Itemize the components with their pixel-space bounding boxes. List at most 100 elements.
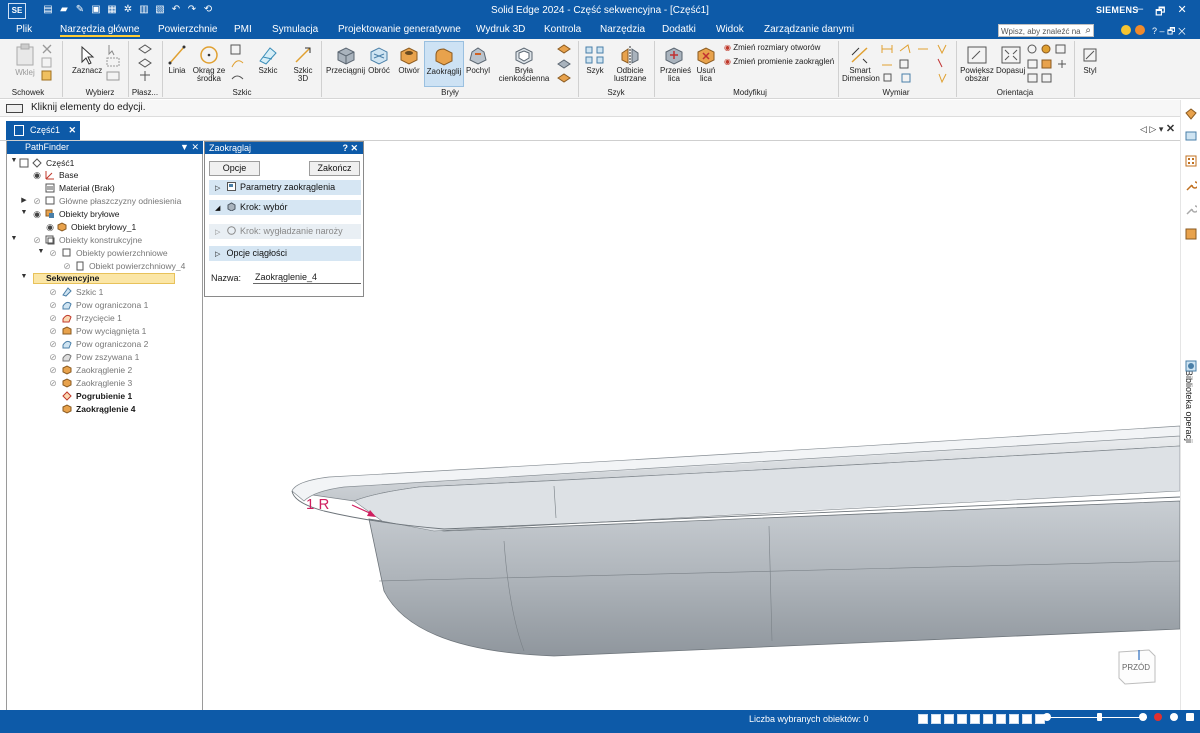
close-tab-icon[interactable]: ✕ [68,121,76,140]
pan-icon[interactable] [931,714,941,724]
select-button[interactable]: Zaznacz [72,45,102,75]
appearance-icon[interactable] [1185,360,1197,372]
expand-toggle[interactable]: ▼ [37,248,45,255]
hidden-eye-icon[interactable]: ⊘ [32,235,42,245]
feature-item[interactable]: Szkic 1 [76,286,103,298]
line-button[interactable]: Linia [168,45,186,75]
delete-faces-button[interactable]: Usuń lica [694,45,718,83]
view-cube[interactable]: PRZÓD [1115,646,1157,686]
circle-by-center-button[interactable]: Okrąg ze środka [192,45,226,83]
thin-wall-button[interactable]: Bryła cienkościenna [496,45,552,83]
name-field[interactable]: Zaokrąglenie_4 [253,270,361,284]
selection-tools-icons[interactable] [104,43,126,85]
arc-rectangle-icons[interactable] [229,43,251,85]
tree-item-base[interactable]: Base [59,169,78,181]
zoom-area-button[interactable]: Powiększ obszar [960,45,994,83]
sketch-button[interactable]: Szkic [258,45,278,75]
expand-toggle[interactable]: ▼ [10,235,18,242]
smart-dimension-button[interactable]: Smart Dimension [842,45,880,83]
feature-item[interactable]: Pow zszywana 1 [76,351,139,363]
help-window-controls[interactable]: ? – 🗗 ✕ [1152,24,1186,40]
keyboard-icon[interactable] [6,104,23,113]
hidden-eye-icon[interactable]: ⊘ [48,378,58,388]
expand-toggle[interactable]: ▼ [20,209,28,216]
hole-button[interactable]: Otwór [398,45,420,75]
cut-copy-icons[interactable] [40,43,54,83]
feature-item[interactable]: Przycięcie 1 [76,312,122,324]
expand-toggle[interactable]: ▶ [20,196,28,204]
shapes-icon[interactable] [1185,108,1197,120]
tools-icon[interactable] [1185,204,1197,216]
resize-holes-button[interactable]: ◉ Zmień rozmiary otworów [724,44,820,52]
move-faces-button[interactable]: Przenieś lica [660,45,691,83]
expand-toggle[interactable]: ▼ [20,273,28,280]
revolve-button[interactable]: Obróć [368,45,390,75]
wrench-icon[interactable] [1185,180,1197,192]
sequential-header[interactable]: Sekwencyjne [33,273,175,284]
options-button[interactable]: Opcje [209,161,260,176]
tree-item-root[interactable]: Część1 [46,157,74,169]
close-button[interactable]: ✕ [1177,3,1186,22]
view-style-icon[interactable] [1022,714,1032,724]
tab-widok[interactable]: Widok [716,24,744,35]
smile-icon[interactable] [1121,25,1131,35]
panel-controls[interactable]: ▼ ✕ [180,141,199,154]
tree-item-planes[interactable]: Główne płaszczyzny odniesienia [59,195,181,207]
tab-projektowanie-generatywne[interactable]: Projektowanie generatywne [338,24,461,35]
search-icon[interactable]: ⌕ [1085,24,1091,37]
mirror-button[interactable]: Odbicie lustrzane [614,45,646,83]
tab-kontrola[interactable]: Kontrola [544,24,581,35]
display-icon[interactable] [1009,714,1019,724]
layout-icon[interactable] [1186,713,1194,721]
paste-button[interactable]: Wklej [14,43,36,77]
dimension-label[interactable]: 1 R [306,496,330,513]
help-icon[interactable] [1170,713,1178,721]
tab-dodatki[interactable]: Dodatki [662,24,696,35]
tab-plik[interactable]: Plik [16,24,32,35]
extrude-button[interactable]: Przeciągnij [326,45,365,75]
tab-navigation[interactable]: ◁ ▷ ▾ ✕ [1140,122,1175,135]
section-icon[interactable] [996,714,1006,724]
tree-item-surface-body-4[interactable]: Obiekt powierzchniowy_4 [89,260,185,272]
tree-item-construction[interactable]: Obiekty konstrukcyjne [59,234,142,246]
rotate-icon[interactable] [944,714,954,724]
finish-button[interactable]: Zakończ [309,161,360,176]
plane-tools-icons[interactable] [136,43,154,85]
restore-button[interactable]: 🗗 [1155,3,1165,22]
pattern-button[interactable]: Szyk [584,45,606,75]
style-button[interactable]: Styl [1082,45,1098,75]
feature-item[interactable]: Zaokrąglenie 2 [76,364,132,376]
hidden-eye-icon[interactable]: ⊘ [48,365,58,375]
eye-icon[interactable]: ◉ [32,209,42,219]
hidden-eye-icon[interactable]: ⊘ [48,326,58,336]
tab-wydruk-3d[interactable]: Wydruk 3D [476,24,525,35]
feature-library-label[interactable]: Biblioteka operacji [1184,370,1194,443]
dimension-tools-icons[interactable] [880,43,950,85]
search-input[interactable]: Wpisz, aby znaleźć na ⌕ [998,24,1094,37]
section-select-step[interactable]: ◢ Krok: wybór [209,200,361,215]
tree-item-solid-bodies[interactable]: Obiekty bryłowe [59,208,119,220]
tab-narzedzia[interactable]: Narzędzia [600,24,645,35]
tab-powierzchnie[interactable]: Powierzchnie [158,24,217,35]
minimize-button[interactable]: – [1137,3,1143,22]
zoom-icon[interactable] [918,714,928,724]
draft-button[interactable]: Pochyl [466,45,490,75]
zoom-slider-thumb[interactable] [1097,713,1102,721]
more-solids-icons[interactable] [556,43,572,85]
zoom-area-icon[interactable] [970,714,980,724]
hidden-eye-icon[interactable]: ⊘ [62,261,72,271]
tree-item-solid-body-1[interactable]: Obiekt bryłowy_1 [71,221,136,233]
tree-item-material[interactable]: Materiał (Brak) [59,182,115,194]
resize-rounds-button[interactable]: ◉ Zmień promienie zaokrągleń [724,58,834,66]
tab-narzedzia-glowne[interactable]: Narzędzia główne [60,24,140,37]
hidden-eye-icon[interactable]: ⊘ [48,313,58,323]
feature-item[interactable]: Pow wyciągnięta 1 [76,325,146,337]
layers-panel-icon[interactable] [1185,130,1197,142]
expand-toggle[interactable]: ▼ [10,157,18,164]
section-corner-smoothing[interactable]: ▷ Krok: wygładzanie naroży [209,224,361,239]
feature-item[interactable]: Pow ograniczona 2 [76,338,148,350]
view-tools-icons[interactable] [1026,43,1072,85]
shaded-icon[interactable] [983,714,993,724]
tab-pmi[interactable]: PMI [234,24,252,35]
fit-button[interactable]: Dopasuj [996,45,1025,75]
